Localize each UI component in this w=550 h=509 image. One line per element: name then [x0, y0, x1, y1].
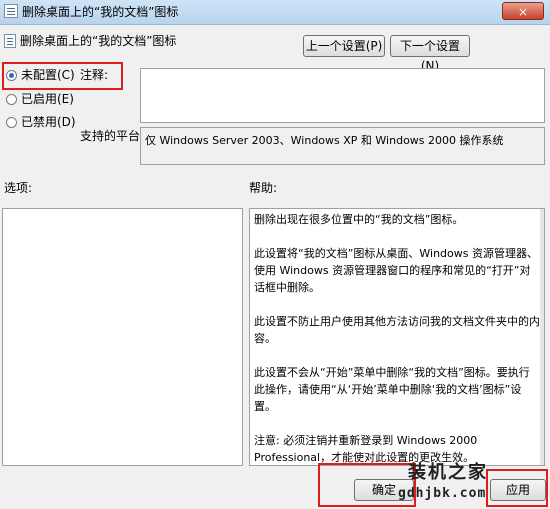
next-setting-button[interactable]: 下一个设置(N)	[390, 35, 470, 73]
help-paragraph: 此设置将“我的文档”图标从桌面、Windows 资源管理器、使用 Windows…	[254, 247, 538, 294]
help-paragraph: 此设置不防止用户使用其他方法访问我的文档文件夹中的内容。	[254, 315, 540, 345]
help-paragraph: 删除出现在很多位置中的“我的文档”图标。	[254, 213, 464, 226]
radio-disabled-label: 已禁用(D)	[21, 115, 76, 129]
radio-enabled-indicator[interactable]	[6, 93, 17, 105]
platform-value: 仅 Windows Server 2003、Windows XP 和 Windo…	[140, 127, 545, 165]
comment-textarea[interactable]	[140, 68, 545, 123]
policy-icon	[4, 4, 18, 18]
help-scrollbar[interactable]	[540, 209, 544, 465]
comment-label: 注释:	[80, 68, 109, 82]
help-panel: 删除出现在很多位置中的“我的文档”图标。 此设置将“我的文档”图标从桌面、Win…	[249, 208, 545, 466]
help-paragraph: 注意: 必须注销并重新登录到 Windows 2000 Professional…	[254, 434, 478, 464]
radio-enabled[interactable]: 已启用(E)	[6, 90, 74, 108]
policy-title: 删除桌面上的“我的文档”图标	[20, 34, 177, 48]
watermark-url: gdhjbk.com	[398, 486, 487, 501]
previous-setting-button[interactable]: 上一个设置(P)	[303, 35, 385, 57]
title-bar: 删除桌面上的“我的文档”图标 ×	[0, 0, 550, 25]
radio-disabled[interactable]: 已禁用(D)	[6, 113, 76, 131]
policy-setting-icon	[4, 34, 16, 48]
options-label: 选项:	[4, 181, 33, 195]
help-label: 帮助:	[249, 181, 278, 195]
window-title: 删除桌面上的“我的文档”图标	[22, 5, 179, 19]
radio-enabled-label: 已启用(E)	[21, 92, 74, 106]
watermark-text: 装机之家	[408, 462, 488, 483]
radio-disabled-indicator[interactable]	[6, 116, 17, 128]
platform-label: 支持的平台:	[80, 129, 145, 143]
apply-highlight-box	[486, 469, 548, 507]
help-paragraph: 此设置不会从“开始”菜单中删除“我的文档”图标。要执行此操作，请使用“从‘开始’…	[254, 366, 530, 413]
close-button[interactable]: ×	[502, 2, 544, 20]
options-panel	[2, 208, 243, 466]
